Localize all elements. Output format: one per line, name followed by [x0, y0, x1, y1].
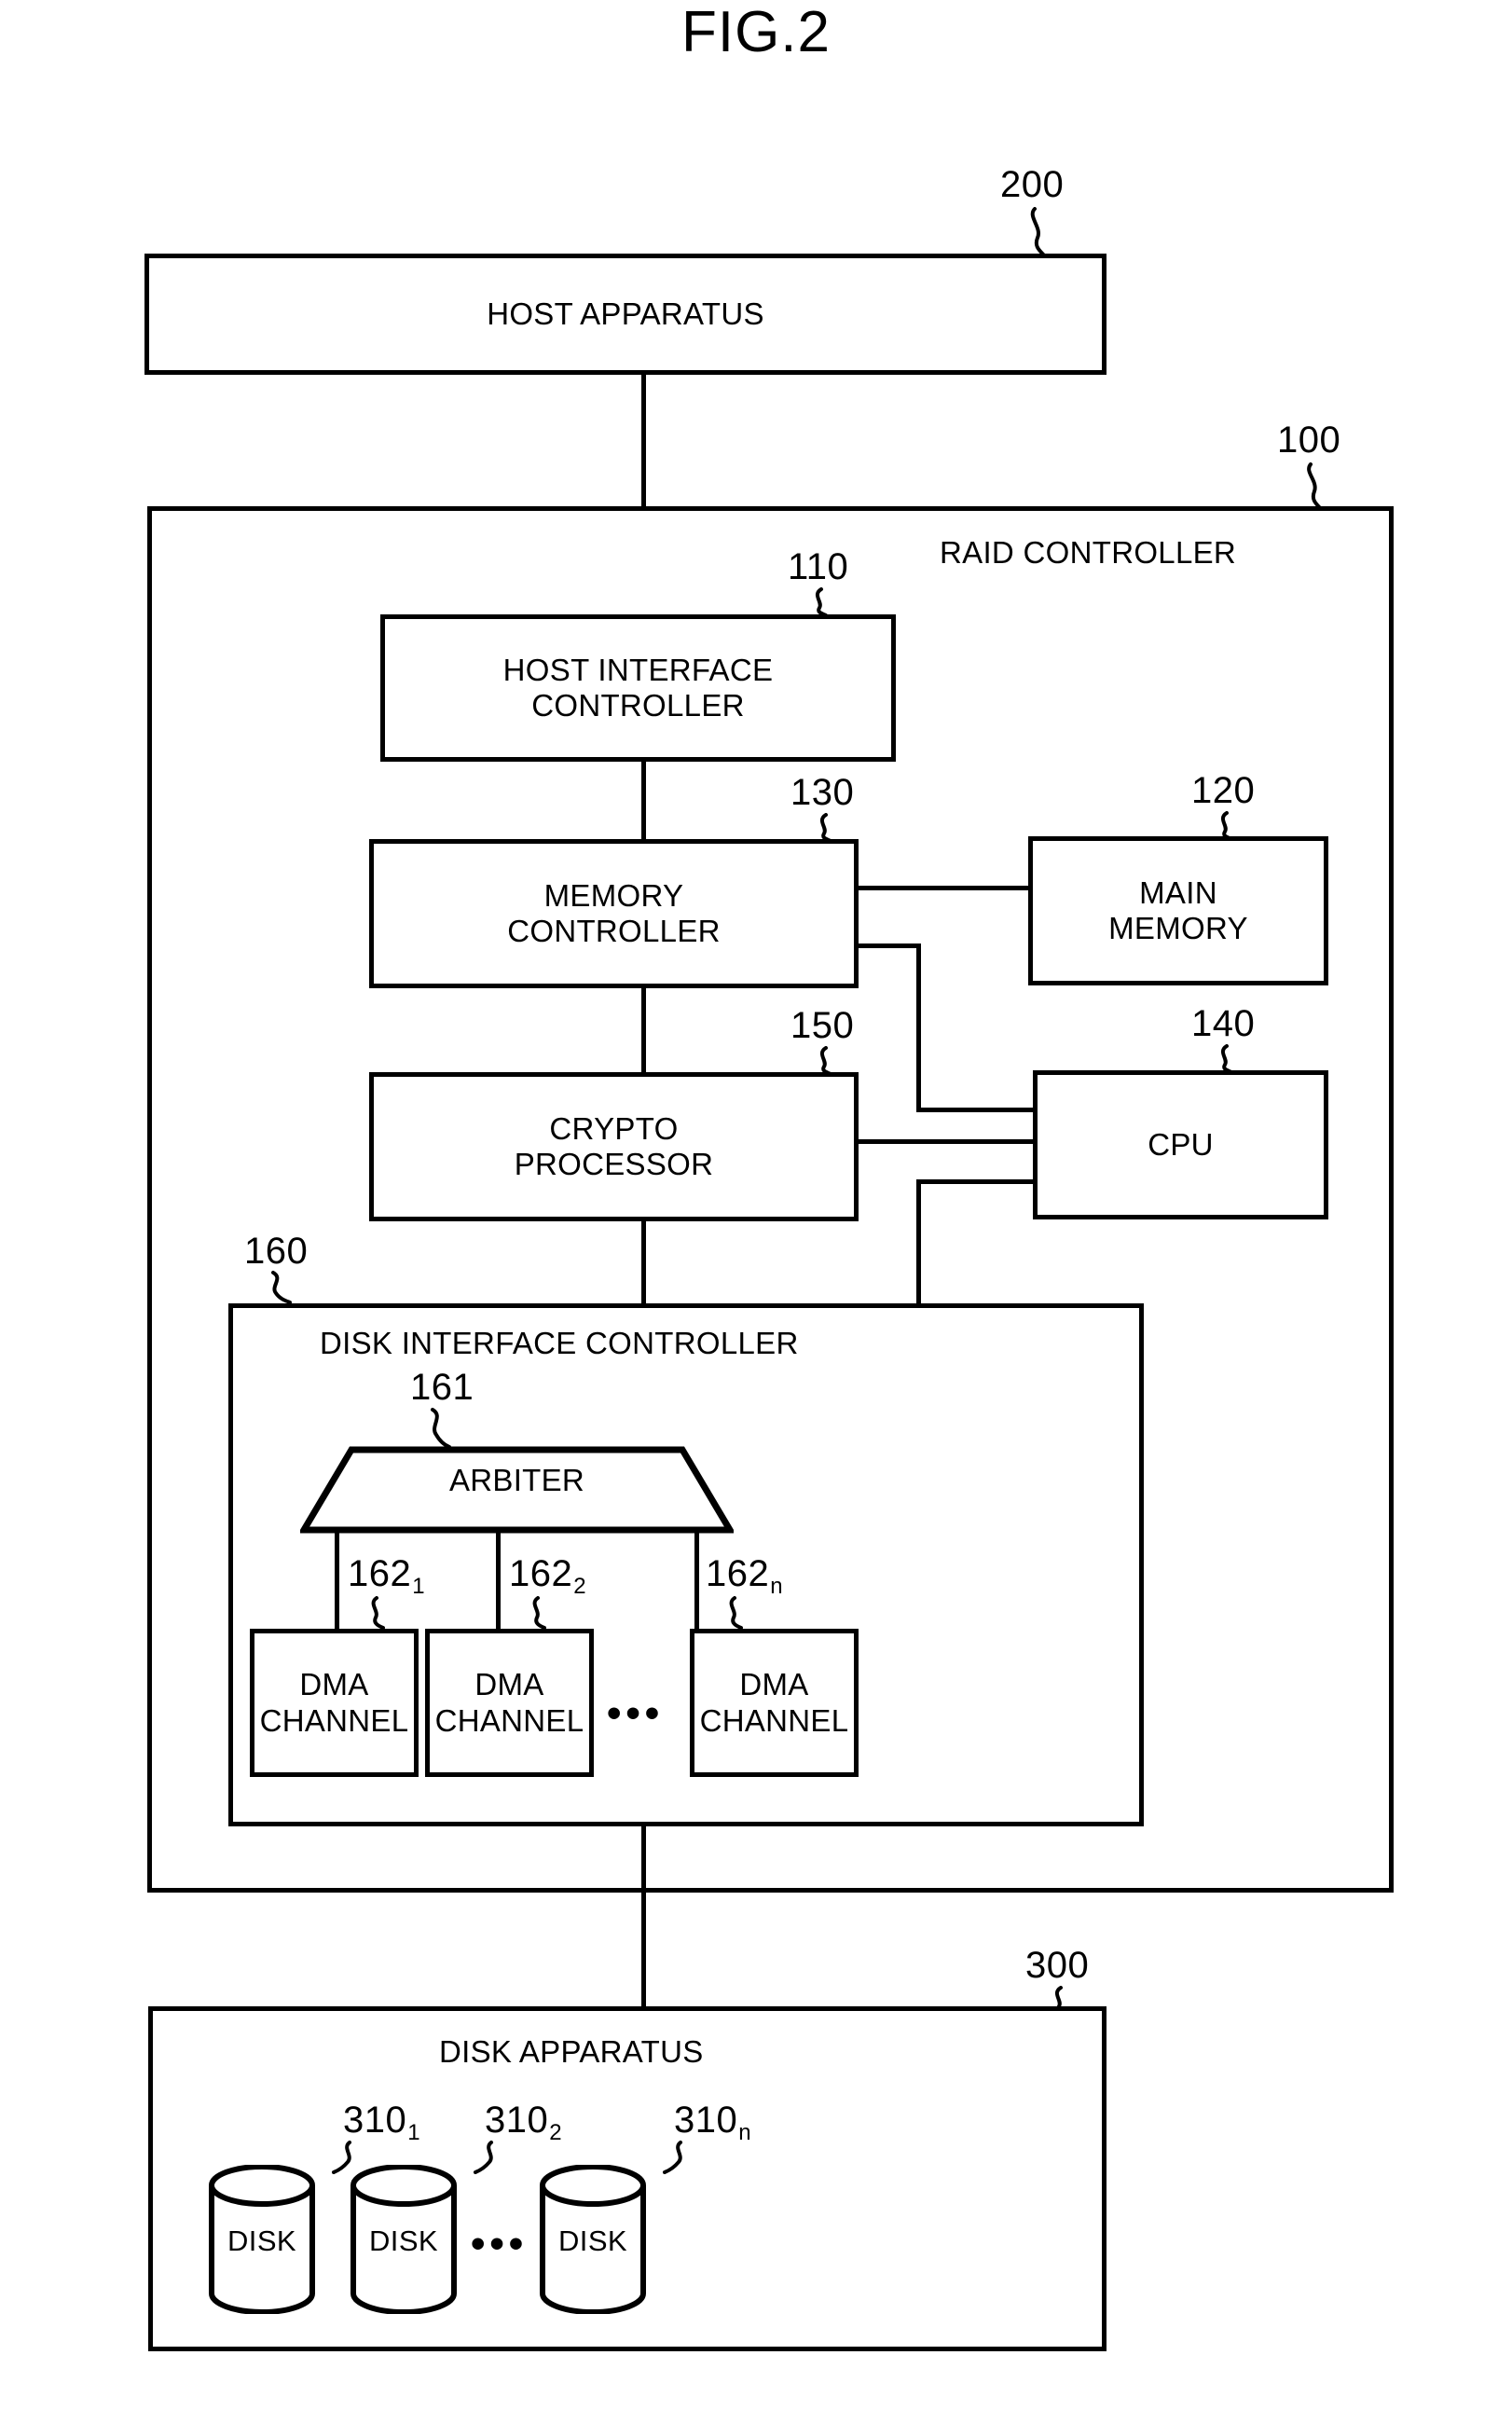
ref-150: 150 [790, 1005, 855, 1046]
host-apparatus-label: HOST APPARATUS [487, 296, 764, 331]
connector-host-to-raid [641, 373, 646, 509]
connector-crypto-to-cpu [856, 1139, 1035, 1144]
cpu-box: CPU [1033, 1070, 1328, 1219]
ref-310-2: 3102 [485, 2100, 563, 2145]
dma-channel-box-2: DMA CHANNEL [425, 1629, 594, 1777]
connector-arbiter-to-dma-n [694, 1529, 699, 1630]
host-interface-controller-box: HOST INTERFACE CONTROLLER [380, 614, 896, 762]
ref-160: 160 [244, 1231, 309, 1272]
ref-300: 300 [1025, 1945, 1090, 1986]
disk-ellipsis: ••• [471, 2221, 529, 2266]
ref-130: 130 [790, 772, 855, 813]
disk-label-1: DISK [227, 2224, 296, 2257]
ref-162-1: 1621 [348, 1553, 426, 1599]
ref-310-1: 3101 [343, 2100, 421, 2145]
ref-161: 161 [410, 1367, 474, 1408]
connector-memctl-to-cpu-h1 [856, 943, 921, 948]
dma-ellipsis: ••• [607, 1690, 665, 1736]
ref-140: 140 [1191, 1003, 1256, 1044]
connector-crypto-to-dic [641, 1219, 646, 1306]
connector-memctl-to-crypto [641, 986, 646, 1075]
crypto-processor-label: CRYPTO PROCESSOR [514, 1110, 714, 1181]
cpu-label: CPU [1148, 1126, 1214, 1162]
patent-figure: FIG.2 200 HOST APPARATUS 100 RAID CONTRO… [0, 0, 1512, 2424]
main-memory-box: MAIN MEMORY [1028, 836, 1328, 985]
connector-memctl-to-cpu-h2 [916, 1108, 1033, 1112]
figure-title: FIG.2 [680, 0, 832, 64]
connector-arbiter-to-dma-1 [335, 1529, 339, 1630]
dma-channel-label-2: DMA CHANNEL [434, 1667, 584, 1738]
connector-arbiter-to-dma-2 [496, 1529, 501, 1630]
dma-channel-label-n: DMA CHANNEL [699, 1667, 849, 1738]
ref-120: 120 [1191, 770, 1256, 811]
disk-label-n: DISK [558, 2224, 627, 2257]
ref-100: 100 [1277, 420, 1341, 461]
connector-dic-to-diskapparatus [641, 1825, 646, 2011]
ref-200: 200 [1000, 164, 1065, 205]
dma-channel-label-1: DMA CHANNEL [259, 1667, 409, 1738]
connector-cpu-to-dic-h [916, 1179, 1033, 1184]
host-apparatus-box: HOST APPARATUS [144, 254, 1107, 375]
arbiter-label: ARBITER [448, 1463, 585, 1497]
disk-label-2: DISK [369, 2224, 438, 2257]
memory-controller-label: MEMORY CONTROLLER [507, 877, 721, 948]
leader-line-200 [1030, 207, 1047, 258]
ref-110: 110 [788, 546, 849, 587]
disk-apparatus-label: DISK APPARATUS [439, 2034, 704, 2069]
connector-cpu-to-dic-v [916, 1179, 921, 1306]
ref-162-n: 162n [706, 1553, 784, 1599]
crypto-processor-box: CRYPTO PROCESSOR [369, 1072, 859, 1221]
ref-310-n: 310n [674, 2100, 752, 2145]
connector-memctl-to-mainmem [856, 886, 1031, 890]
memory-controller-box: MEMORY CONTROLLER [369, 839, 859, 988]
dma-channel-box-1: DMA CHANNEL [250, 1629, 419, 1777]
host-interface-controller-label: HOST INTERFACE CONTROLLER [502, 652, 774, 723]
connector-hic-to-memctl [641, 760, 646, 842]
main-memory-label: MAIN MEMORY [1108, 875, 1248, 945]
raid-controller-label: RAID CONTROLLER [940, 535, 1237, 570]
disk-interface-controller-label: DISK INTERFACE CONTROLLER [320, 1326, 799, 1360]
leader-line-100 [1307, 462, 1324, 512]
dma-channel-box-n: DMA CHANNEL [690, 1629, 859, 1777]
ref-162-2: 1622 [509, 1553, 587, 1599]
connector-memctl-to-cpu-v [916, 943, 921, 1111]
